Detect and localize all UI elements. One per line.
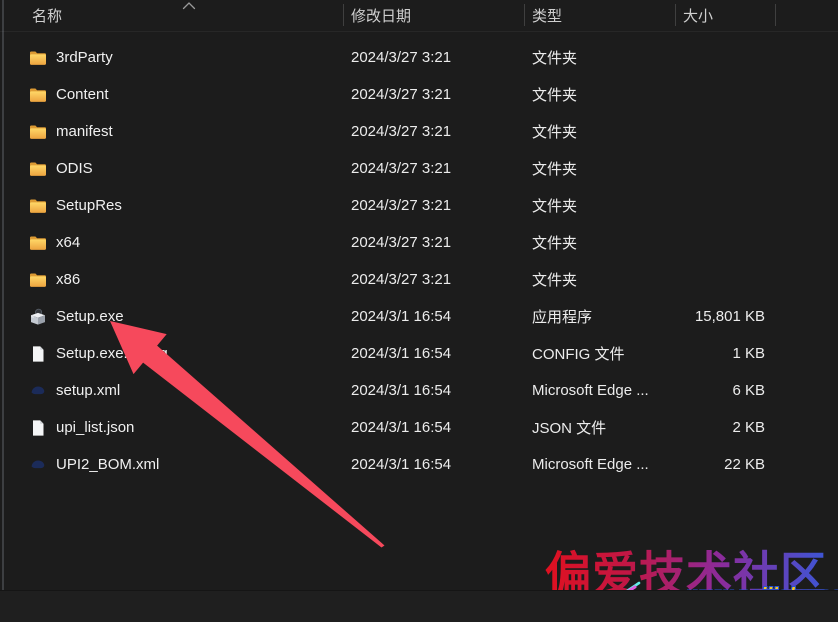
column-header-name-label: 名称 bbox=[32, 5, 62, 26]
file-type: 文件夹 bbox=[524, 84, 675, 105]
file-name-cell: x64 bbox=[0, 233, 343, 253]
file-row[interactable]: Setup.exe.config 2024/3/1 16:54 CONFIG 文… bbox=[0, 335, 838, 372]
file-name: x64 bbox=[56, 234, 80, 251]
installer-box-icon bbox=[28, 307, 48, 327]
file-name-cell: Setup.exe.config bbox=[0, 344, 343, 364]
file-type: 文件夹 bbox=[524, 121, 675, 142]
file-row[interactable]: x64 2024/3/27 3:21 文件夹 bbox=[0, 224, 838, 261]
list-header: 名称 修改日期 类型 大小 bbox=[0, 0, 838, 32]
file-name: Setup.exe.config bbox=[56, 345, 168, 362]
column-header-size-label: 大小 bbox=[683, 5, 713, 26]
file-size: 6 KB bbox=[675, 382, 775, 399]
column-header-name[interactable]: 名称 bbox=[0, 0, 343, 31]
file-row[interactable]: SetupRes 2024/3/27 3:21 文件夹 bbox=[0, 187, 838, 224]
file-name: upi_list.json bbox=[56, 419, 134, 436]
file-row[interactable]: 3rdParty 2024/3/27 3:21 文件夹 bbox=[0, 39, 838, 76]
window-bottom-edge bbox=[0, 590, 838, 622]
folder-icon bbox=[28, 270, 48, 290]
file-name-cell: setup.xml bbox=[0, 381, 343, 401]
file-list: 3rdParty 2024/3/27 3:21 文件夹 bbox=[0, 39, 838, 483]
file-date: 2024/3/27 3:21 bbox=[343, 123, 524, 140]
file-row[interactable]: ODIS 2024/3/27 3:21 文件夹 bbox=[0, 150, 838, 187]
file-type: Microsoft Edge ... bbox=[524, 382, 675, 399]
file-name: 3rdParty bbox=[56, 49, 113, 66]
file-name: manifest bbox=[56, 123, 113, 140]
column-header-extra bbox=[775, 0, 838, 31]
document-icon bbox=[28, 344, 48, 364]
file-name-cell: upi_list.json bbox=[0, 418, 343, 438]
file-name-cell: x86 bbox=[0, 270, 343, 290]
file-row[interactable]: upi_list.json 2024/3/1 16:54 JSON 文件 2 K… bbox=[0, 409, 838, 446]
file-size: 1 KB bbox=[675, 345, 775, 362]
file-type: 应用程序 bbox=[524, 306, 675, 327]
column-header-size[interactable]: 大小 bbox=[675, 0, 775, 31]
folder-icon bbox=[28, 48, 48, 68]
file-name: Setup.exe bbox=[56, 308, 124, 325]
file-date: 2024/3/27 3:21 bbox=[343, 160, 524, 177]
file-name: setup.xml bbox=[56, 382, 120, 399]
edge-icon bbox=[28, 455, 48, 475]
file-size: 22 KB bbox=[675, 456, 775, 473]
file-type: CONFIG 文件 bbox=[524, 343, 675, 364]
file-type: Microsoft Edge ... bbox=[524, 456, 675, 473]
folder-icon bbox=[28, 122, 48, 142]
file-size: 15,801 KB bbox=[675, 308, 775, 325]
file-name-cell: ODIS bbox=[0, 159, 343, 179]
file-name-cell: manifest bbox=[0, 122, 343, 142]
file-explorer-pane: 名称 修改日期 类型 大小 bbox=[0, 0, 838, 622]
file-name: SetupRes bbox=[56, 197, 122, 214]
column-header-date-label: 修改日期 bbox=[351, 5, 411, 26]
document-icon bbox=[28, 418, 48, 438]
file-date: 2024/3/1 16:54 bbox=[343, 345, 524, 362]
file-date: 2024/3/27 3:21 bbox=[343, 197, 524, 214]
file-name: ODIS bbox=[56, 160, 93, 177]
column-header-type-label: 类型 bbox=[532, 5, 562, 26]
file-row[interactable]: Setup.exe 2024/3/1 16:54 应用程序 15,801 KB bbox=[0, 298, 838, 335]
file-type: JSON 文件 bbox=[524, 417, 675, 438]
folder-icon bbox=[28, 85, 48, 105]
file-row[interactable]: UPI2_BOM.xml 2024/3/1 16:54 Microsoft Ed… bbox=[0, 446, 838, 483]
file-name-cell: SetupRes bbox=[0, 196, 343, 216]
sort-ascending-icon[interactable] bbox=[182, 1, 196, 12]
file-date: 2024/3/1 16:54 bbox=[343, 308, 524, 325]
file-row[interactable]: setup.xml 2024/3/1 16:54 Microsoft Edge … bbox=[0, 372, 838, 409]
file-type: 文件夹 bbox=[524, 158, 675, 179]
column-header-date[interactable]: 修改日期 bbox=[343, 0, 524, 31]
file-date: 2024/3/1 16:54 bbox=[343, 456, 524, 473]
file-date: 2024/3/27 3:21 bbox=[343, 49, 524, 66]
file-name-cell: 3rdParty bbox=[0, 48, 343, 68]
folder-icon bbox=[28, 159, 48, 179]
file-row[interactable]: x86 2024/3/27 3:21 文件夹 bbox=[0, 261, 838, 298]
file-name: Content bbox=[56, 86, 109, 103]
file-name: UPI2_BOM.xml bbox=[56, 456, 159, 473]
file-type: 文件夹 bbox=[524, 232, 675, 253]
file-date: 2024/3/1 16:54 bbox=[343, 382, 524, 399]
file-date: 2024/3/1 16:54 bbox=[343, 419, 524, 436]
file-name-cell: Setup.exe bbox=[0, 307, 343, 327]
file-type: 文件夹 bbox=[524, 47, 675, 68]
file-row[interactable]: Content 2024/3/27 3:21 文件夹 bbox=[0, 76, 838, 113]
file-row[interactable]: manifest 2024/3/27 3:21 文件夹 bbox=[0, 113, 838, 150]
file-type: 文件夹 bbox=[524, 195, 675, 216]
file-type: 文件夹 bbox=[524, 269, 675, 290]
folder-icon bbox=[28, 196, 48, 216]
file-name-cell: Content bbox=[0, 85, 343, 105]
edge-icon bbox=[28, 381, 48, 401]
file-date: 2024/3/27 3:21 bbox=[343, 86, 524, 103]
column-header-type[interactable]: 类型 bbox=[524, 0, 675, 31]
folder-icon bbox=[28, 233, 48, 253]
file-date: 2024/3/27 3:21 bbox=[343, 234, 524, 251]
file-name-cell: UPI2_BOM.xml bbox=[0, 455, 343, 475]
file-date: 2024/3/27 3:21 bbox=[343, 271, 524, 288]
file-size: 2 KB bbox=[675, 419, 775, 436]
file-name: x86 bbox=[56, 271, 80, 288]
